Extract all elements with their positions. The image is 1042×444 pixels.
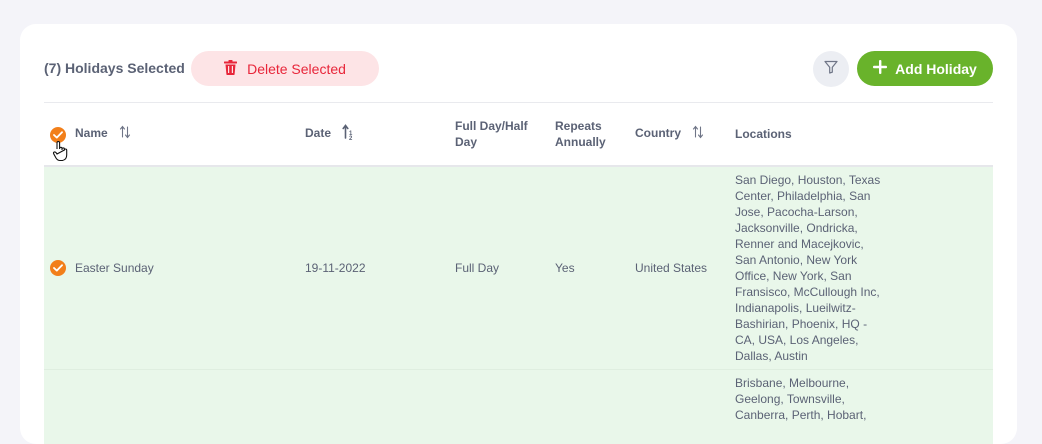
trash-icon: [224, 59, 238, 78]
plus-icon: [873, 60, 888, 77]
selected-count-label: (7) Holidays Selected: [44, 60, 185, 76]
cell-country: United States: [635, 261, 708, 275]
header-name[interactable]: Name: [75, 125, 131, 143]
delete-selected-label: Delete Selected: [247, 60, 346, 77]
holidays-card: (7) Holidays Selected Delete Selected Ad…: [20, 24, 1017, 444]
svg-text:2: 2: [349, 136, 353, 140]
cell-repeats-annually: Yes: [555, 261, 575, 275]
delete-selected-button[interactable]: Delete Selected: [191, 51, 379, 86]
header-date-label: Date: [305, 126, 332, 141]
add-holiday-label: Add Holiday: [895, 60, 977, 77]
filter-button[interactable]: [813, 51, 849, 87]
table-toolbar: (7) Holidays Selected Delete Selected Ad…: [20, 24, 1017, 102]
sort-ascending-icon[interactable]: 12: [342, 124, 354, 144]
header-locations: Locations: [735, 127, 792, 141]
cell-locations: San Diego, Houston, Texas Center, Philad…: [735, 173, 881, 363]
table-header: Name Date 12 Full Day/Half Day Repeats A…: [44, 103, 993, 167]
table-row[interactable]: Easter Sunday 19-11-2022 Full Day Yes Un…: [44, 167, 993, 370]
sort-icon[interactable]: [119, 125, 131, 143]
header-repeats-annually: Repeats Annually: [555, 119, 606, 149]
header-name-label: Name: [75, 126, 108, 141]
header-country-label: Country: [635, 126, 681, 141]
add-holiday-button[interactable]: Add Holiday: [857, 51, 993, 86]
filter-icon: [824, 60, 838, 79]
header-date[interactable]: Date 12: [305, 124, 354, 144]
header-full-half-day: Full Day/Half Day: [455, 119, 528, 149]
sort-icon[interactable]: [692, 125, 704, 143]
cell-full-half-day: Full Day: [455, 261, 500, 275]
header-country[interactable]: Country: [635, 125, 704, 143]
hand-pointer-icon: [52, 140, 70, 167]
check-icon: [53, 259, 63, 277]
row-checkbox[interactable]: [50, 260, 66, 276]
cell-name: Easter Sunday: [75, 261, 154, 275]
cell-date: 19-11-2022: [305, 261, 366, 275]
cell-locations: Brisbane, Melbourne, Geelong, Townsville…: [735, 376, 867, 422]
table-row[interactable]: Brisbane, Melbourne, Geelong, Townsville…: [44, 370, 993, 444]
